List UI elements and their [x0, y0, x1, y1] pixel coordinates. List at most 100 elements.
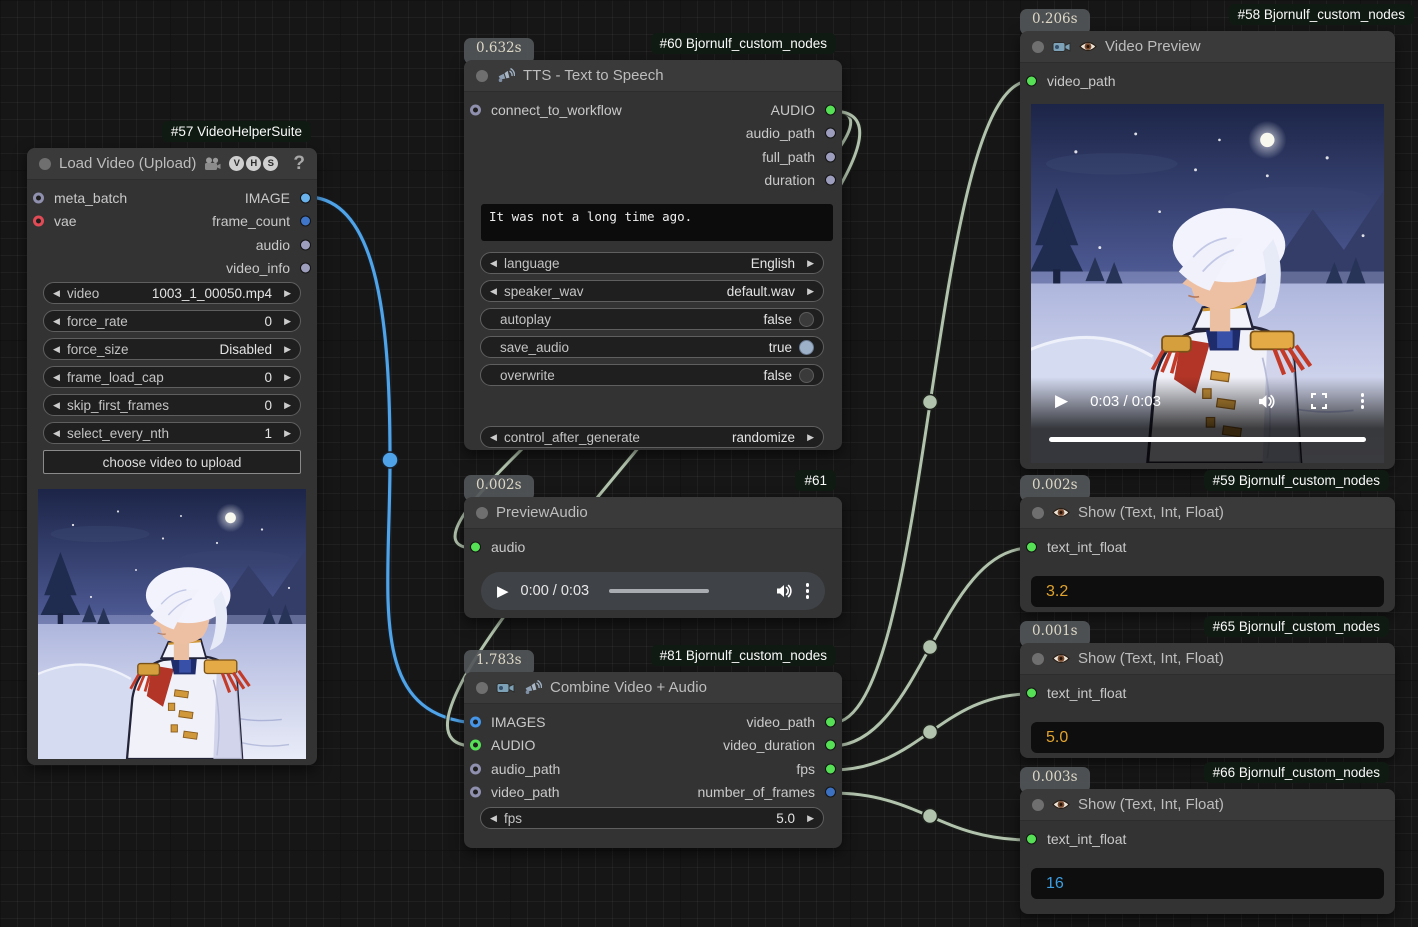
node-titlebar[interactable]: Load Video (Upload) V H S ? — [27, 148, 317, 180]
audio-player[interactable]: ▶ 0:00 / 0:03 — [481, 572, 825, 610]
widget-frame-load-cap[interactable]: ◀ frame_load_cap 0 ▶ — [43, 366, 301, 388]
increment-icon[interactable]: ▶ — [802, 286, 814, 297]
increment-icon[interactable]: ▶ — [279, 316, 291, 327]
text-input[interactable]: It was not a long time ago. — [481, 204, 833, 241]
node-titlebar[interactable]: Video Preview — [1020, 31, 1395, 63]
output-port-number-of-frames[interactable] — [825, 787, 836, 798]
collapse-dot[interactable] — [39, 158, 51, 170]
collapse-dot[interactable] — [476, 682, 488, 694]
input-port-audio[interactable] — [470, 541, 481, 552]
link-dot-duration[interactable] — [923, 640, 938, 655]
decrement-icon[interactable]: ◀ — [490, 432, 502, 443]
volume-icon[interactable] — [1258, 393, 1277, 410]
widget-video[interactable]: ◀ video 1003_1_00050.mp4 ▶ — [43, 282, 301, 304]
decrement-icon[interactable]: ◀ — [490, 286, 502, 297]
output-port-audio[interactable] — [300, 239, 311, 250]
collapse-dot[interactable] — [1032, 653, 1044, 665]
link-dot-videopath[interactable] — [923, 395, 938, 410]
decrement-icon[interactable]: ◀ — [53, 288, 65, 299]
toggle-off-icon[interactable] — [799, 368, 814, 383]
kebab-menu-icon[interactable] — [806, 583, 810, 599]
output-port-fps[interactable] — [825, 763, 836, 774]
fullscreen-icon[interactable] — [1311, 393, 1327, 409]
collapse-dot[interactable] — [1032, 799, 1044, 811]
widget-autoplay[interactable]: autoplay false — [480, 308, 824, 330]
output-port-video-info[interactable] — [300, 263, 311, 274]
decrement-icon[interactable]: ◀ — [53, 428, 65, 439]
decrement-icon[interactable]: ◀ — [490, 813, 502, 824]
decrement-icon[interactable]: ◀ — [53, 372, 65, 383]
node-titlebar[interactable]: PreviewAudio — [464, 497, 842, 529]
link-dot-image[interactable] — [382, 452, 398, 468]
output-port-full-path[interactable] — [825, 151, 836, 162]
link-dot-fps[interactable] — [923, 725, 938, 740]
widget-control-after-generate[interactable]: ◀ control_after_generate randomize ▶ — [480, 426, 824, 448]
play-icon[interactable]: ▶ — [1055, 391, 1068, 411]
collapse-dot[interactable] — [1032, 507, 1044, 519]
increment-icon[interactable]: ▶ — [279, 372, 291, 383]
widget-save-audio[interactable]: save_audio true — [480, 336, 824, 358]
increment-icon[interactable]: ▶ — [802, 258, 814, 269]
output-port-image[interactable] — [300, 192, 311, 203]
input-port-text-int-float[interactable] — [1026, 687, 1037, 698]
play-icon[interactable]: ▶ — [497, 582, 509, 600]
video-player[interactable]: ▶ 0:03 / 0:03 — [1031, 104, 1384, 463]
input-port-vae[interactable] — [33, 216, 44, 227]
node-load-video[interactable]: #57 VideoHelperSuite Load Video (Upload)… — [27, 148, 317, 765]
input-port-video-path[interactable] — [470, 787, 481, 798]
node-titlebar[interactable]: Show (Text, Int, Float) — [1020, 497, 1395, 529]
widget-fps[interactable]: ◀ fps 5.0 ▶ — [480, 807, 824, 829]
output-port-audio[interactable] — [825, 104, 836, 115]
output-port-video-path[interactable] — [825, 716, 836, 727]
input-port-audio[interactable] — [470, 740, 481, 751]
increment-icon[interactable]: ▶ — [279, 288, 291, 299]
widget-speaker-wav[interactable]: ◀ speaker_wav default.wav ▶ — [480, 280, 824, 302]
video-seekbar[interactable] — [1049, 437, 1366, 442]
decrement-icon[interactable]: ◀ — [490, 258, 502, 269]
node-show-66[interactable]: 0.003s #66 Bjornulf_custom_nodes Show (T… — [1020, 789, 1395, 914]
widget-overwrite[interactable]: overwrite false — [480, 364, 824, 386]
collapse-dot[interactable] — [1032, 41, 1044, 53]
node-titlebar[interactable]: Show (Text, Int, Float) — [1020, 789, 1395, 821]
node-titlebar[interactable]: Show (Text, Int, Float) — [1020, 643, 1395, 675]
widget-select-every-nth[interactable]: ◀ select_every_nth 1 ▶ — [43, 422, 301, 444]
node-show-59[interactable]: 0.002s #59 Bjornulf_custom_nodes Show (T… — [1020, 497, 1395, 612]
node-show-65[interactable]: 0.001s #65 Bjornulf_custom_nodes Show (T… — [1020, 643, 1395, 758]
widget-language[interactable]: ◀ language English ▶ — [480, 252, 824, 274]
output-port-video-duration[interactable] — [825, 740, 836, 751]
widget-force-rate[interactable]: ◀ force_rate 0 ▶ — [43, 310, 301, 332]
node-tts[interactable]: 0.632s #60 Bjornulf_custom_nodes TTS - T… — [464, 60, 842, 450]
kebab-menu-icon[interactable] — [1361, 393, 1365, 409]
collapse-dot[interactable] — [476, 507, 488, 519]
input-port-audio-path[interactable] — [470, 763, 481, 774]
decrement-icon[interactable]: ◀ — [53, 400, 65, 411]
input-port-text-int-float[interactable] — [1026, 541, 1037, 552]
audio-seekbar[interactable] — [609, 589, 709, 593]
node-canvas[interactable]: { "ui": { "arrow_left": "◀", "arrow_righ… — [0, 0, 1418, 927]
node-video-preview[interactable]: 0.206s #58 Bjornulf_custom_nodes Video P… — [1020, 31, 1395, 469]
choose-video-button[interactable]: choose video to upload — [43, 450, 301, 474]
decrement-icon[interactable]: ◀ — [53, 344, 65, 355]
increment-icon[interactable]: ▶ — [279, 344, 291, 355]
input-port-images[interactable] — [470, 716, 481, 727]
widget-skip-first-frames[interactable]: ◀ skip_first_frames 0 ▶ — [43, 394, 301, 416]
increment-icon[interactable]: ▶ — [802, 813, 814, 824]
input-port-connect-to-workflow[interactable] — [470, 104, 481, 115]
input-port-video-path[interactable] — [1026, 75, 1037, 86]
input-port-meta-batch[interactable] — [33, 192, 44, 203]
increment-icon[interactable]: ▶ — [279, 400, 291, 411]
output-port-audio-path[interactable] — [825, 128, 836, 139]
toggle-off-icon[interactable] — [799, 312, 814, 327]
output-port-frame-count[interactable] — [300, 216, 311, 227]
link-dot-frames[interactable] — [923, 809, 938, 824]
output-port-duration[interactable] — [825, 175, 836, 186]
increment-icon[interactable]: ▶ — [279, 428, 291, 439]
toggle-on-icon[interactable] — [799, 340, 814, 355]
node-combine-video-audio[interactable]: 1.783s #81 Bjornulf_custom_nodes Combine… — [464, 672, 842, 848]
help-icon[interactable]: ? — [293, 153, 305, 175]
decrement-icon[interactable]: ◀ — [53, 316, 65, 327]
input-port-text-int-float[interactable] — [1026, 833, 1037, 844]
node-titlebar[interactable]: TTS - Text to Speech — [464, 60, 842, 92]
node-titlebar[interactable]: Combine Video + Audio — [464, 672, 842, 704]
widget-force-size[interactable]: ◀ force_size Disabled ▶ — [43, 338, 301, 360]
